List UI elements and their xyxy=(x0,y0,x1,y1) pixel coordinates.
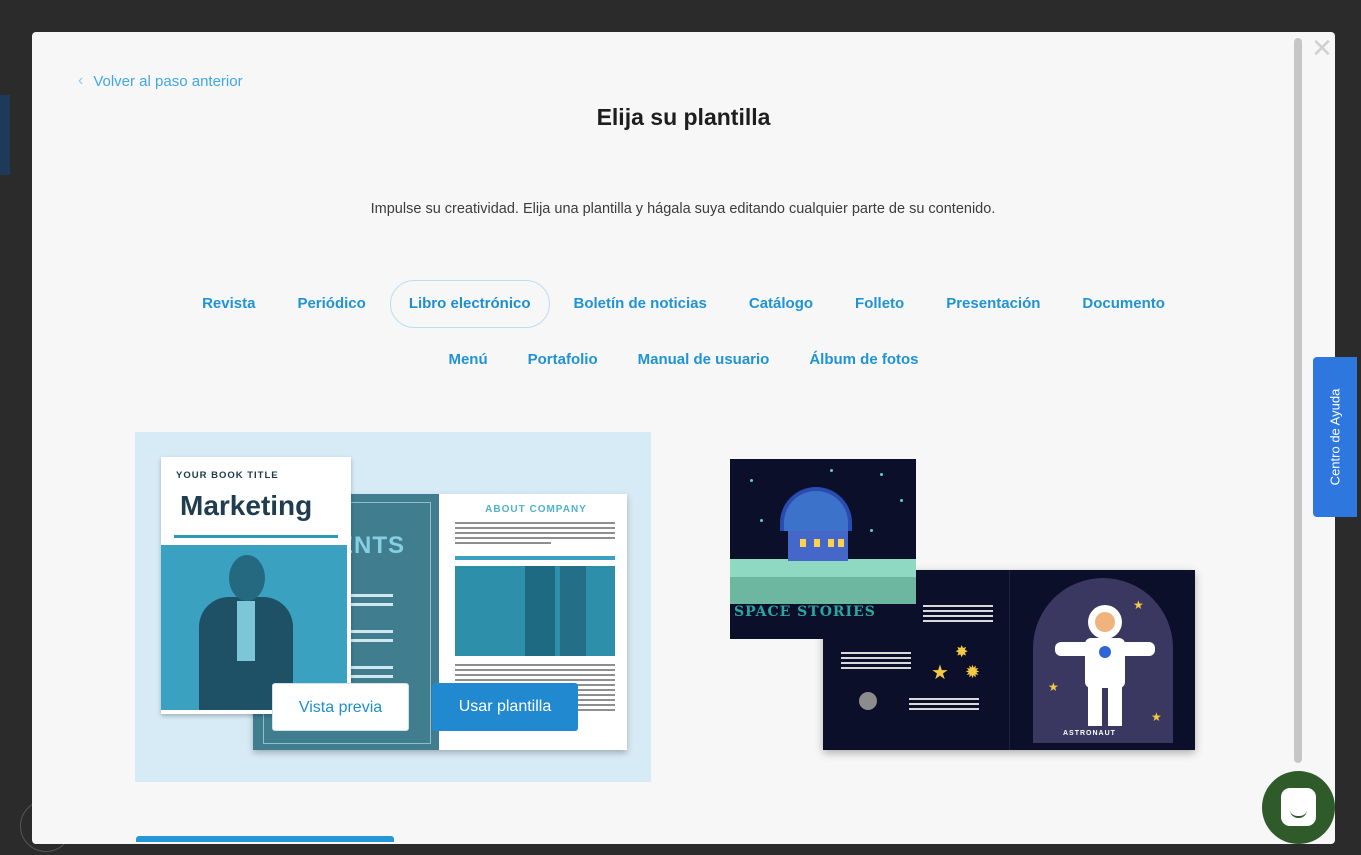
tab-catalogo[interactable]: Catálogo xyxy=(731,280,831,328)
back-link[interactable]: ‹ Volver al paso anterior xyxy=(78,72,243,90)
next-template-edge xyxy=(136,836,394,842)
chevron-left-icon: ‹ xyxy=(78,72,84,89)
category-tabs-row-2: Menú Portafolio Manual de usuario Álbum … xyxy=(32,336,1335,384)
astronaut-leg xyxy=(1108,686,1122,726)
star-icon: ✹ xyxy=(965,662,981,682)
modal-title: Elija su plantilla xyxy=(596,104,771,130)
star-icon: ★ xyxy=(1133,598,1144,612)
tab-periodico[interactable]: Periódico xyxy=(279,280,383,328)
moon-icon xyxy=(859,692,877,710)
tab-menu[interactable]: Menú xyxy=(430,336,505,384)
text-block xyxy=(909,698,979,713)
blue-band xyxy=(455,556,615,560)
text-block xyxy=(841,652,911,672)
back-link-label: Volver al paso anterior xyxy=(93,72,243,90)
person-shirt xyxy=(237,601,255,661)
star-icon: ★ xyxy=(1151,710,1162,724)
template-modal: ‹ Volver al paso anterior ✕ Elija su pla… xyxy=(32,32,1335,844)
close-icon[interactable]: ✕ xyxy=(1310,35,1334,61)
astronaut-face xyxy=(1095,612,1115,632)
template-card-marketing[interactable]: ENTS ABOUT COMPANY YOUR BOOK TITLE Marke… xyxy=(135,432,651,782)
tab-documento[interactable]: Documento xyxy=(1064,280,1183,328)
observatory-ground xyxy=(730,577,916,604)
text-block xyxy=(923,605,993,625)
modal-subtitle: Impulse su creatividad. Elija una planti… xyxy=(370,201,996,217)
right-page-photo xyxy=(455,566,615,656)
cover-book-title: YOUR BOOK TITLE xyxy=(176,470,279,481)
backdrop-accent xyxy=(0,95,10,175)
preview-button[interactable]: Vista previa xyxy=(272,683,409,731)
tab-libro-electronico[interactable]: Libro electrónico xyxy=(389,280,550,328)
astronaut-label: ASTRONAUT xyxy=(1063,730,1116,737)
help-center-label: Centro de Ayuda xyxy=(1327,388,1343,486)
tab-folleto[interactable]: Folleto xyxy=(837,280,922,328)
about-text-lines xyxy=(455,522,615,547)
cover-heading: Marketing xyxy=(180,490,313,521)
space-title: SPACE STORIES xyxy=(734,604,876,620)
scrollbar[interactable] xyxy=(1294,38,1302,763)
chat-button[interactable] xyxy=(1262,771,1335,844)
space-cover: SPACE STORIES xyxy=(730,459,916,639)
tab-presentacion[interactable]: Presentación xyxy=(928,280,1058,328)
tab-revista[interactable]: Revista xyxy=(184,280,273,328)
person-head xyxy=(229,555,265,601)
star-icon: ★ xyxy=(1048,680,1059,694)
tab-album-de-fotos[interactable]: Álbum de fotos xyxy=(791,336,936,384)
book-cover: YOUR BOOK TITLE Marketing xyxy=(161,457,351,714)
star-icon: ✸ xyxy=(955,644,969,661)
astronaut-leg xyxy=(1088,686,1102,726)
cover-underline xyxy=(174,535,338,538)
tab-boletin[interactable]: Boletín de noticias xyxy=(556,280,725,328)
help-center-tab[interactable]: Centro de Ayuda xyxy=(1313,357,1357,517)
star-icon: ★ xyxy=(931,662,949,684)
chat-icon xyxy=(1281,788,1316,826)
cover-header: YOUR BOOK TITLE Marketing xyxy=(166,462,346,544)
spine xyxy=(1009,570,1010,750)
tab-portafolio[interactable]: Portafolio xyxy=(510,336,616,384)
category-tabs-row-1: Revista Periódico Libro electrónico Bole… xyxy=(32,280,1335,328)
astronaut-core xyxy=(1099,646,1111,658)
about-company-title: ABOUT COMPANY xyxy=(485,504,587,515)
tab-manual-de-usuario[interactable]: Manual de usuario xyxy=(620,336,788,384)
use-template-button[interactable]: Usar plantilla xyxy=(432,683,578,731)
template-card-space[interactable]: ★ ✸ ✹ ★ ★ ★ ASTRONAUT SPACE STORIES xyxy=(710,432,1226,782)
